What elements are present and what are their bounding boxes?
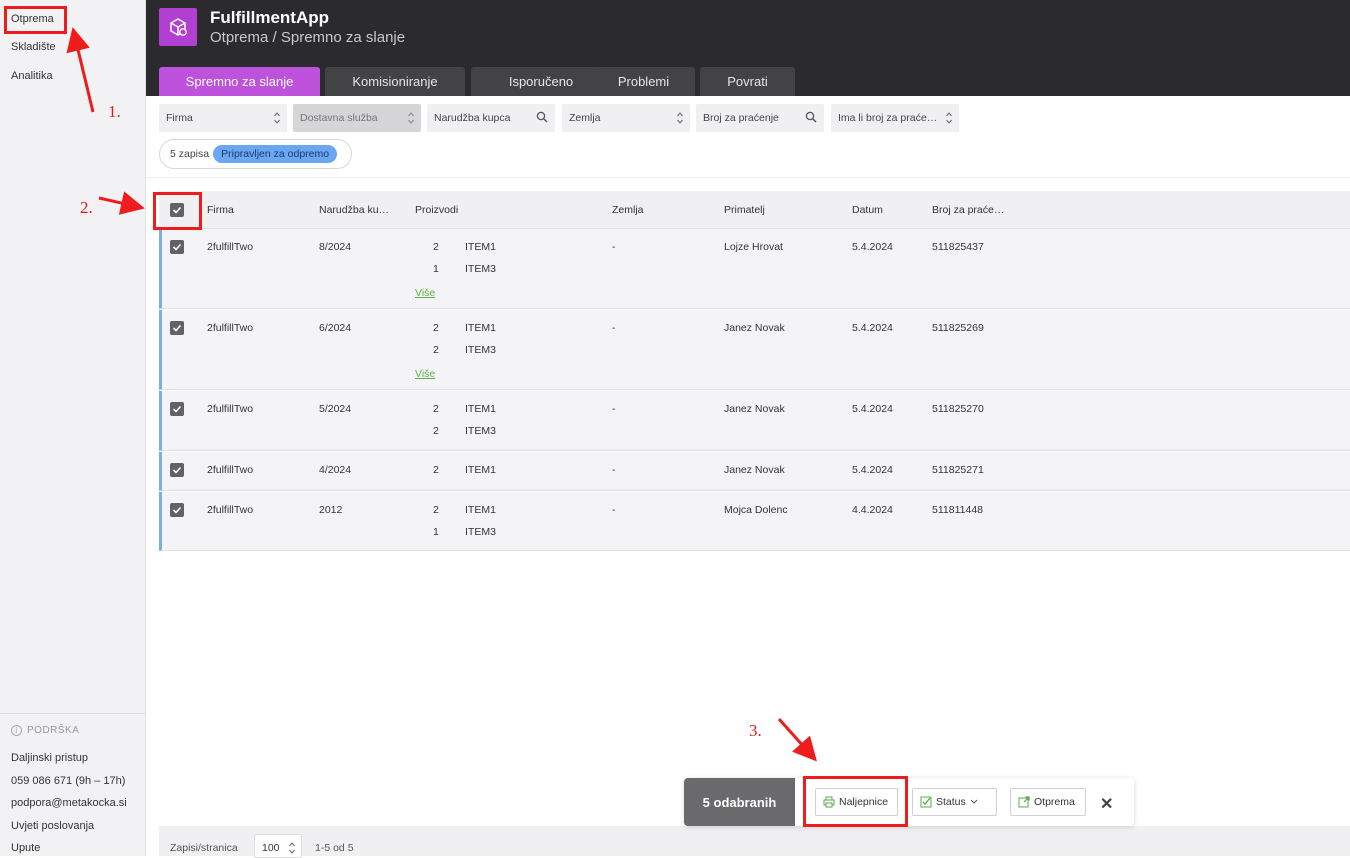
- annotation-arrows: [66, 27, 818, 762]
- annotation-arrow-1: [66, 27, 95, 113]
- annotation-arrow-2: [98, 191, 145, 215]
- annotation-arrow-3: [777, 717, 818, 762]
